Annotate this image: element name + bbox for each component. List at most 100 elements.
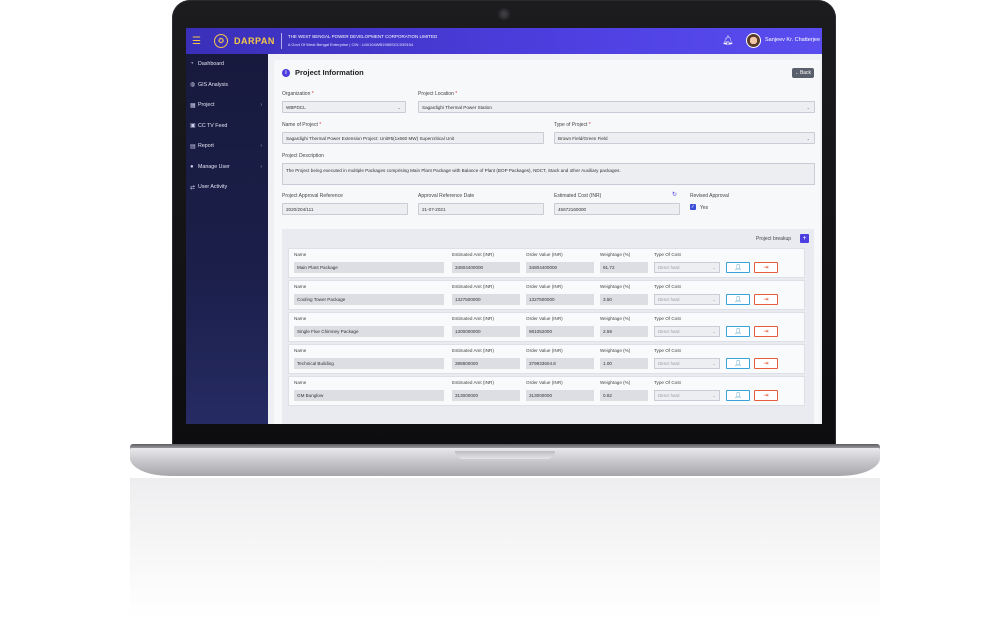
assign-user-button[interactable]: 👤︎ <box>726 294 750 305</box>
order-value-field[interactable]: 34804400000 <box>526 262 594 273</box>
avatar[interactable] <box>746 33 761 48</box>
type-of-cost-select[interactable]: Direct hard ⌄ <box>654 262 720 273</box>
bell-icon[interactable]: 🔔︎ <box>722 35 733 46</box>
emblem-icon: ✪ <box>214 34 228 48</box>
estimated-column-label: Estimated Amt (INR) <box>452 284 494 289</box>
type-of-cost-placeholder: Direct hard <box>658 361 680 366</box>
user-name[interactable]: Sanjeev Kr. Chatterjee <box>765 37 820 43</box>
sidebar: ◔ Dashboard ◍ GIS Analysis ▦ Project › ▣… <box>186 54 268 424</box>
assign-user-button[interactable]: 👤︎ <box>726 262 750 273</box>
type-column-label: Type Of Cost <box>654 380 681 385</box>
refresh-icon[interactable]: ↻ <box>672 191 677 198</box>
estimated-amount-field[interactable]: 1327500000 <box>452 294 520 305</box>
order-value-field[interactable]: 313000000 <box>526 390 594 401</box>
weightage-field[interactable]: 0.82 <box>600 390 648 401</box>
type-of-cost-select[interactable]: Direct hard ⌄ <box>654 358 720 369</box>
type-of-cost-placeholder: Direct hard <box>658 393 680 398</box>
user-icon: 👤︎ <box>734 265 742 271</box>
sidebar-item-manage-user[interactable]: ● Manage User › <box>186 157 268 178</box>
approval-date-input[interactable]: 21-07-2021 <box>418 203 544 215</box>
estimated-amount-field[interactable]: 398800000 <box>452 358 520 369</box>
remove-row-button[interactable]: ⇥ <box>754 262 778 273</box>
sidebar-item-label: Project <box>198 102 215 109</box>
remove-row-button[interactable]: ⇥ <box>754 390 778 401</box>
weightage-field[interactable]: 2.59 <box>600 326 648 337</box>
weightage-column-label: Weightage (%) <box>600 316 631 321</box>
chevron-down-icon: ⌄ <box>806 104 810 110</box>
chevron-down-icon: ⌄ <box>712 393 716 398</box>
order-column-label: Order Value (INR) <box>526 380 563 385</box>
user-icon: 👤︎ <box>734 361 742 367</box>
estimated-column-label: Estimated Amt (INR) <box>452 316 494 321</box>
assign-user-button[interactable]: 👤︎ <box>726 390 750 401</box>
estimated-cost-input[interactable]: 45672160000 <box>554 203 680 215</box>
chevron-down-icon: ⌄ <box>806 135 810 141</box>
sidebar-item-project[interactable]: ▦ Project › <box>186 95 268 116</box>
package-name-field[interactable]: Technical Building <box>294 358 444 369</box>
type-column-label: Type Of Cost <box>654 316 681 321</box>
project-name-value: Sagardighi Thermal Power Extension Proje… <box>286 135 455 141</box>
weightage-field[interactable]: 91.72 <box>600 262 648 273</box>
package-name-field[interactable]: Single Flue Chimney Package <box>294 326 444 337</box>
type-of-cost-select[interactable]: Direct hard ⌄ <box>654 390 720 401</box>
approval-ref-input[interactable]: 2020/204/111 <box>282 203 408 215</box>
user-icon: 👤︎ <box>734 393 742 399</box>
order-value-field[interactable]: 1327500000 <box>526 294 594 305</box>
sidebar-item-cctv-feed[interactable]: ▣ CC TV Feed <box>186 116 268 137</box>
camera-icon: ▣ <box>190 123 196 130</box>
chevron-right-icon: › <box>260 143 262 150</box>
weightage-field[interactable]: 3.50 <box>600 294 648 305</box>
sidebar-item-user-activity[interactable]: ⇄ User Activity <box>186 177 268 198</box>
location-label: Project Location * <box>418 91 458 97</box>
sidebar-item-dashboard[interactable]: ◔ Dashboard <box>186 54 268 75</box>
revised-approval-label: Revised Approval <box>690 193 729 199</box>
type-of-cost-select[interactable]: Direct hard ⌄ <box>654 294 720 305</box>
globe-icon: ◍ <box>190 82 196 89</box>
revised-approval-checkbox[interactable]: ✓ <box>690 204 696 210</box>
order-value-field[interactable]: 981052000 <box>526 326 594 337</box>
package-name-field[interactable]: GM Bunglow <box>294 390 444 401</box>
description-textarea[interactable]: The Project being executed in multiple P… <box>282 163 815 185</box>
assign-user-button[interactable]: 👤︎ <box>726 326 750 337</box>
package-name-field[interactable]: Main Plant Package <box>294 262 444 273</box>
project-type-select[interactable]: Brown Field/Green Field ⌄ <box>554 132 815 144</box>
add-breakup-button[interactable]: + <box>800 234 809 243</box>
remove-row-button[interactable]: ⇥ <box>754 358 778 369</box>
type-of-cost-select[interactable]: Direct hard ⌄ <box>654 326 720 337</box>
location-select[interactable]: Sagardighi Thermal Power Station ⌄ <box>418 101 815 113</box>
estimated-amount-field[interactable]: 1300000000 <box>452 326 520 337</box>
project-name-input[interactable]: Sagardighi Thermal Power Extension Proje… <box>282 132 544 144</box>
chevron-down-icon: ⌄ <box>712 265 716 270</box>
estimated-amount-field[interactable]: 313000000 <box>452 390 520 401</box>
hamburger-icon[interactable]: ☰ <box>192 36 206 47</box>
page-title: Project Information <box>295 68 364 77</box>
back-button[interactable]: ← Back <box>792 68 814 78</box>
package-name-field[interactable]: Cooling Tower Package <box>294 294 444 305</box>
type-of-cost-placeholder: Direct hard <box>658 329 680 334</box>
type-column-label: Type Of Cost <box>654 348 681 353</box>
organization-value: WBPDCL <box>286 104 306 110</box>
approval-ref-label: Project Approval Reference <box>282 193 343 199</box>
organization-select[interactable]: WBPDCL ⌄ <box>282 101 406 113</box>
remove-row-button[interactable]: ⇥ <box>754 326 778 337</box>
info-icon: i <box>282 68 290 77</box>
sidebar-item-report[interactable]: ▤ Report › <box>186 136 268 157</box>
remove-row-button[interactable]: ⇥ <box>754 294 778 305</box>
approval-date-label: Approval Reference Date <box>418 193 475 199</box>
laptop-reflection <box>130 478 880 618</box>
estimated-amount-field[interactable]: 34804400000 <box>452 262 520 273</box>
user-icon: ● <box>190 163 194 170</box>
location-value: Sagardighi Thermal Power Station <box>422 104 492 110</box>
assign-user-button[interactable]: 👤︎ <box>726 358 750 369</box>
order-column-label: Order Value (INR) <box>526 348 563 353</box>
order-column-label: Order Value (INR) <box>526 284 563 289</box>
organization-title: THE WEST BENGAL POWER DEVELOPMENT CORPOR… <box>280 33 437 49</box>
order-value-field[interactable]: 379933604.8 <box>526 358 594 369</box>
weightage-field[interactable]: 1.00 <box>600 358 648 369</box>
chevron-down-icon: ⌄ <box>397 104 401 110</box>
sidebar-item-gis-analysis[interactable]: ◍ GIS Analysis <box>186 75 268 96</box>
estimated-cost-value: 45672160000 <box>558 206 587 212</box>
user-icon: 👤︎ <box>734 329 742 335</box>
weightage-column-label: Weightage (%) <box>600 380 631 385</box>
back-label: Back <box>799 70 812 76</box>
